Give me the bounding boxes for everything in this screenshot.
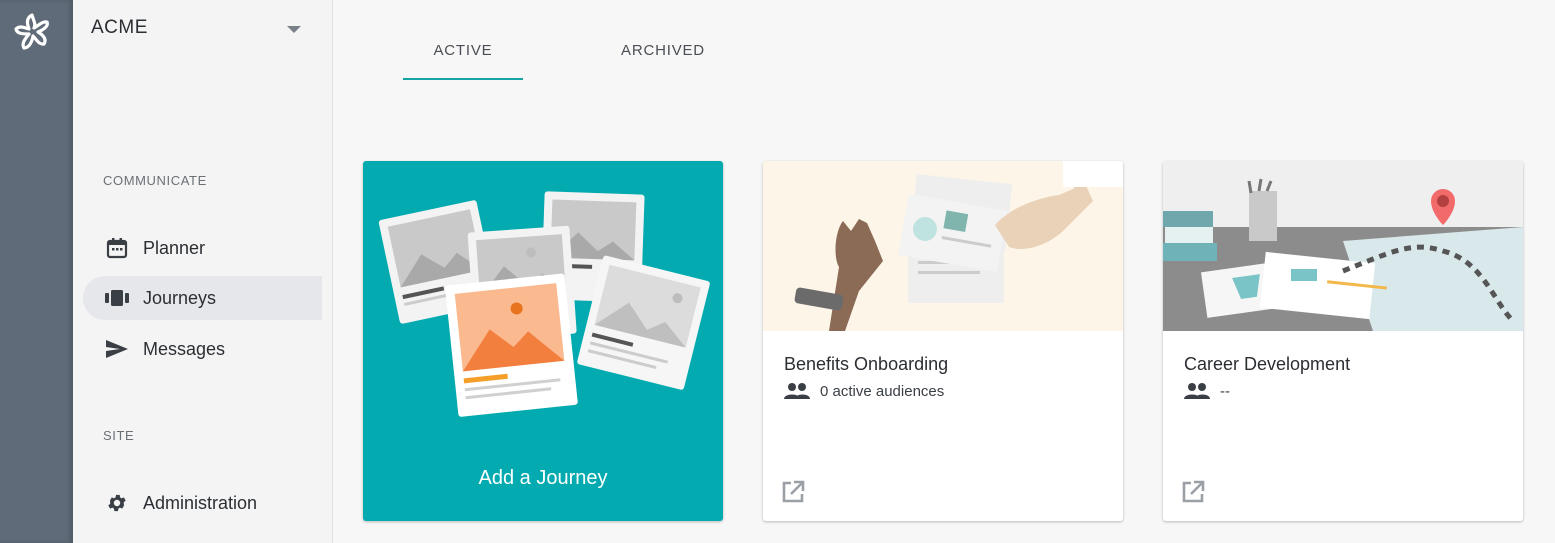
journeys-icon — [105, 286, 129, 310]
sidebar-item-label: Journeys — [143, 287, 217, 308]
org-name[interactable]: ACME — [91, 17, 148, 39]
audience-count-text: 0 active audiences — [820, 382, 945, 400]
section-label-site: SITE — [103, 428, 135, 443]
journey-title: Benefits Onboarding — [784, 354, 949, 374]
open-external-icon[interactable] — [1180, 479, 1206, 505]
tab-active-indicator — [403, 78, 523, 80]
tab-active[interactable]: ACTIVE — [403, 42, 523, 59]
send-icon — [105, 337, 129, 361]
audience-count-text: -- — [1220, 382, 1230, 400]
sidebar-item-label: Messages — [143, 338, 226, 359]
chevron-down-icon[interactable] — [287, 26, 301, 33]
journey-card-benefits-onboarding[interactable]: Benefits Onboarding 0 active audiences — [763, 161, 1123, 521]
sidebar-item-label: Administration — [143, 492, 258, 513]
calendar-icon — [105, 236, 129, 260]
benefits-illustration — [763, 161, 1123, 331]
journey-card-career-development[interactable]: Career Development -- — [1163, 161, 1523, 521]
tab-archived[interactable]: ARCHIVED — [603, 42, 723, 59]
career-illustration — [1163, 161, 1523, 331]
sidebar-item-messages[interactable]: Messages — [83, 327, 322, 371]
gear-icon — [105, 491, 129, 515]
app-rail — [0, 0, 73, 543]
sidebar: ACME COMMUNICATE Planner Journeys Messag… — [73, 0, 333, 543]
sidebar-item-label: Planner — [143, 237, 206, 258]
open-external-icon[interactable] — [780, 479, 806, 505]
add-journey-label: Add a Journey — [478, 467, 608, 489]
sidebar-item-planner[interactable]: Planner — [83, 226, 322, 270]
audience-count: -- — [1184, 381, 1230, 401]
people-icon — [784, 383, 810, 399]
people-icon — [1184, 383, 1210, 399]
add-journey-card[interactable]: Add a Journey — [363, 161, 723, 521]
sidebar-item-administration[interactable]: Administration — [83, 481, 322, 525]
sidebar-item-journeys[interactable]: Journeys — [83, 276, 322, 320]
audience-count: 0 active audiences — [784, 381, 944, 401]
journey-title: Career Development — [1184, 354, 1351, 374]
section-label-communicate: COMMUNICATE — [103, 173, 207, 188]
photos-illustration — [378, 191, 710, 417]
app-logo-icon[interactable] — [12, 12, 52, 52]
